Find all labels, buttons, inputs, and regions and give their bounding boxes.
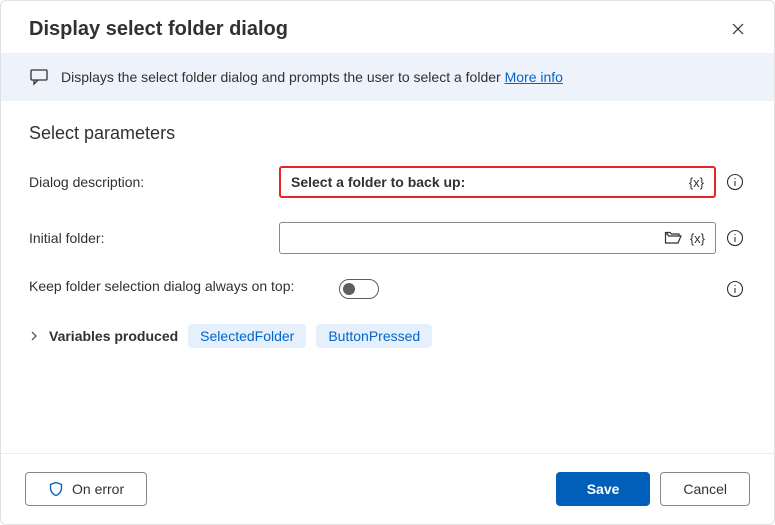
comment-icon	[29, 67, 49, 87]
info-button-dialog-description[interactable]	[724, 171, 746, 193]
info-button-keep-on-top[interactable]	[724, 278, 746, 300]
browse-folder-button[interactable]	[660, 229, 686, 247]
save-button[interactable]: Save	[556, 472, 651, 506]
cancel-button[interactable]: Cancel	[660, 472, 750, 506]
dialog-footer: On error Save Cancel	[1, 453, 774, 524]
folder-open-icon	[664, 231, 682, 245]
variable-chip-selected-folder[interactable]: SelectedFolder	[188, 324, 306, 348]
info-icon	[726, 173, 744, 191]
row-initial-folder: Initial folder: {x}	[29, 222, 746, 254]
label-dialog-description: Dialog description:	[29, 174, 279, 190]
more-info-link[interactable]: More info	[505, 69, 563, 85]
toggle-knob	[343, 283, 355, 295]
label-initial-folder: Initial folder:	[29, 230, 279, 246]
row-keep-on-top: Keep folder selection dialog always on t…	[29, 278, 746, 300]
variable-chip-button-pressed[interactable]: ButtonPressed	[316, 324, 432, 348]
input-dialog-description[interactable]	[291, 174, 685, 190]
section-title: Select parameters	[29, 123, 746, 144]
variable-token-button[interactable]: {x}	[686, 229, 709, 248]
info-icon	[726, 229, 744, 247]
shield-icon	[48, 481, 64, 497]
on-error-button[interactable]: On error	[25, 472, 147, 506]
input-wrap-dialog-description: {x}	[279, 166, 716, 198]
dialog-header: Display select folder dialog	[1, 1, 774, 53]
input-initial-folder[interactable]	[290, 230, 660, 246]
close-button[interactable]	[726, 17, 750, 41]
variables-produced-label: Variables produced	[49, 328, 178, 344]
banner-text: Displays the select folder dialog and pr…	[61, 69, 563, 85]
variable-token-button[interactable]: {x}	[685, 173, 708, 192]
input-wrap-initial-folder: {x}	[279, 222, 716, 254]
row-dialog-description: Dialog description: {x}	[29, 166, 746, 198]
label-keep-on-top: Keep folder selection dialog always on t…	[29, 278, 339, 294]
info-banner: Displays the select folder dialog and pr…	[1, 53, 774, 101]
close-icon	[730, 21, 746, 37]
dialog-title: Display select folder dialog	[29, 18, 288, 41]
info-button-initial-folder[interactable]	[724, 227, 746, 249]
info-icon	[726, 280, 744, 298]
chevron-right-icon	[29, 331, 39, 341]
variables-produced-row[interactable]: Variables produced SelectedFolder Button…	[29, 324, 746, 348]
content-area: Select parameters Dialog description: {x…	[1, 101, 774, 453]
toggle-keep-on-top[interactable]	[339, 279, 379, 299]
